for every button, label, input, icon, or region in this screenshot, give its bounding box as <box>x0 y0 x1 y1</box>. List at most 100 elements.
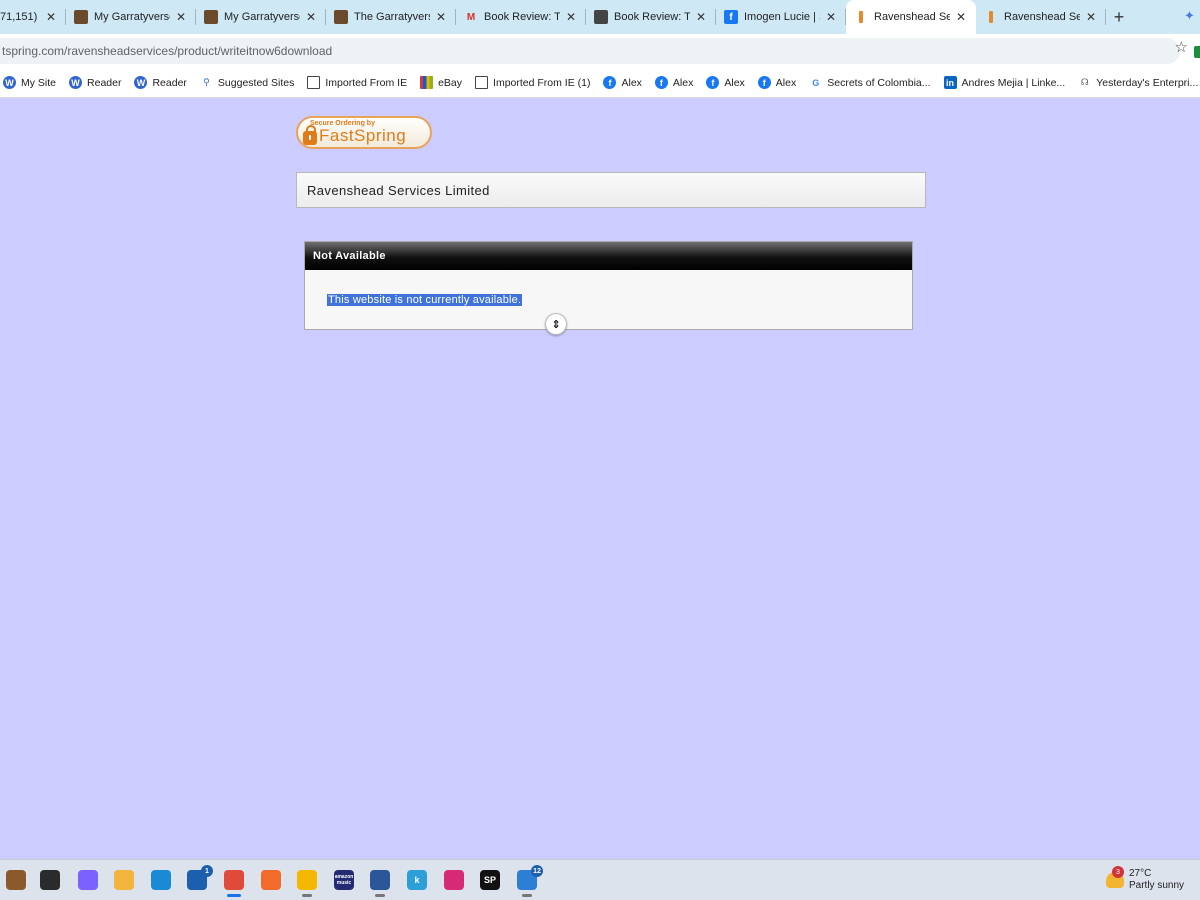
bookmark-label: Secrets of Colombia... <box>827 76 931 89</box>
word-icon[interactable] <box>370 870 390 890</box>
running-indicator <box>302 894 312 897</box>
linkedin-icon: in <box>943 76 957 89</box>
running-indicator <box>375 894 385 897</box>
extension-icon[interactable] <box>1194 46 1200 58</box>
close-icon[interactable]: ✕ <box>954 10 968 24</box>
lock-icon <box>303 125 317 145</box>
browser-tab[interactable]: Ravenshead Ser ✕ <box>846 0 976 34</box>
bookmark-item[interactable]: ☊ Yesterday's Enterpri... <box>1078 76 1199 89</box>
garratyverse-icon <box>74 10 88 24</box>
close-icon[interactable]: ✕ <box>564 10 578 24</box>
site-icon: ☊ <box>1080 77 1089 87</box>
bookmark-item[interactable]: f Alex <box>706 76 745 89</box>
store-icon[interactable]: 1 <box>187 865 213 890</box>
folder-icon <box>475 76 489 89</box>
bookmark-item[interactable]: W Reader <box>134 76 187 89</box>
bookmark-item[interactable]: f Alex <box>654 76 693 89</box>
close-icon[interactable]: ✕ <box>824 10 838 24</box>
notice-title: Not Available <box>313 250 386 262</box>
edge-icon[interactable] <box>151 870 171 890</box>
close-icon[interactable]: ✕ <box>304 10 318 24</box>
copilot-icon[interactable] <box>78 870 98 890</box>
notice-header: Not Available <box>305 242 912 270</box>
company-header: Ravenshead Services Limited <box>296 172 926 208</box>
taskbar: 1 amazon music k SP 12 3 27°C Partly sunny <box>0 859 1200 900</box>
bookmark-item[interactable]: eBay <box>420 76 462 89</box>
browser-tab[interactable]: Book Review: Th ✕ <box>586 0 716 34</box>
k-app-icon[interactable]: k <box>407 870 427 890</box>
logo-name: FastSpring <box>319 126 407 145</box>
bookmarks-bar: W My Site W Reader W Reader ⚲ Suggested Sites Im… <box>0 68 1200 98</box>
gmail-icon: M <box>466 11 476 23</box>
bookmark-label: Suggested Sites <box>217 76 295 89</box>
bookmark-label: Imported From IE <box>325 76 408 89</box>
search-icon: ⚲ <box>203 77 210 87</box>
bookmark-item[interactable]: ⚲ Suggested Sites <box>200 76 294 89</box>
bookmark-label: Alex <box>724 76 745 89</box>
bookmark-item[interactable]: G Secrets of Colombia... <box>809 76 930 89</box>
fastspring-logo[interactable]: Secure Ordering by FastSpring <box>296 116 432 149</box>
scroll-cursor-icon: ⇕ <box>545 313 567 335</box>
book-icon <box>594 10 608 24</box>
tab-label: The Garratyverse <box>354 11 430 23</box>
bookmark-item[interactable]: W My Site <box>3 76 56 89</box>
ravenshead-icon <box>854 10 868 24</box>
notice-message: This website is not currently available. <box>327 294 523 306</box>
wordpress-icon: W <box>69 76 83 89</box>
brave-icon[interactable] <box>261 870 281 890</box>
browser-tab[interactable]: My Garratyverse ✕ <box>66 0 196 34</box>
task-view-icon[interactable] <box>40 870 60 890</box>
bookmark-item[interactable]: f Alex <box>757 76 796 89</box>
url-text[interactable]: tspring.com/ravensheadservices/product/w… <box>2 44 332 58</box>
new-tab-button[interactable]: + <box>1106 0 1132 34</box>
browser-tab[interactable]: The Garratyverse ✕ <box>326 0 456 34</box>
facebook-icon: f <box>724 10 738 24</box>
gemini-icon[interactable]: ✦ <box>1184 8 1198 23</box>
browser-tab[interactable]: Ravenshead Ser ✕ <box>976 0 1106 34</box>
file-explorer-icon[interactable] <box>114 870 134 890</box>
bookmark-star-icon[interactable]: ☆ <box>1175 38 1188 56</box>
tab-label: 71,151) - <box>0 11 40 23</box>
tab-label: Book Review: Th <box>614 11 690 23</box>
tab-label: Book Review: Th <box>484 11 560 23</box>
close-icon[interactable]: ✕ <box>694 10 708 24</box>
close-icon[interactable]: ✕ <box>174 10 188 24</box>
browser-tab[interactable]: f Imogen Lucie | S ✕ <box>716 0 846 34</box>
remote-desktop-icon[interactable]: 12 <box>517 865 543 890</box>
bookmark-label: Andres Mejia | Linke... <box>961 76 1066 89</box>
instagram-icon[interactable] <box>444 870 464 890</box>
weather-temperature: 27°C <box>1129 868 1152 879</box>
bookmark-label: Yesterday's Enterpri... <box>1096 76 1199 89</box>
folder-icon <box>307 76 321 89</box>
sp-app-icon[interactable]: SP <box>480 870 500 890</box>
close-icon[interactable]: ✕ <box>434 10 448 24</box>
wordpress-icon: W <box>134 76 148 89</box>
notification-badge: 12 <box>531 865 543 877</box>
football-app-icon[interactable] <box>6 870 26 890</box>
bookmark-label: Reader <box>152 76 187 89</box>
weather-badge: 3 <box>1112 866 1124 878</box>
running-indicator <box>227 894 241 897</box>
canary-icon[interactable] <box>297 870 317 890</box>
browser-tab[interactable]: M Book Review: Th ✕ <box>456 0 586 34</box>
close-icon[interactable]: ✕ <box>1084 10 1098 24</box>
bookmark-item[interactable]: Imported From IE <box>307 76 407 89</box>
bookmark-item[interactable]: W Reader <box>69 76 121 89</box>
bookmark-item[interactable]: f Alex <box>603 76 642 89</box>
browser-tab[interactable]: My Garratyverse ✕ <box>196 0 326 34</box>
notification-badge: 1 <box>201 865 213 877</box>
bookmark-label: eBay <box>438 76 463 89</box>
page-content: Secure Ordering by FastSpring Ravenshead… <box>0 99 1200 859</box>
running-indicator <box>522 894 532 897</box>
chrome-icon[interactable] <box>224 870 244 890</box>
close-icon[interactable]: ✕ <box>44 10 58 24</box>
bookmark-item[interactable]: in Andres Mejia | Linke... <box>943 76 1066 89</box>
weather-widget[interactable]: 3 27°C Partly sunny <box>1104 866 1200 896</box>
amazon-music-icon[interactable]: amazon music <box>334 870 354 890</box>
company-name: Ravenshead Services Limited <box>307 182 490 198</box>
facebook-icon: f <box>757 76 771 89</box>
ravenshead-icon <box>984 10 998 24</box>
bookmark-item[interactable]: Imported From IE (1) <box>475 76 590 89</box>
browser-tab[interactable]: 71,151) - ✕ <box>0 0 66 34</box>
address-bar[interactable]: tspring.com/ravensheadservices/product/w… <box>0 38 1180 64</box>
